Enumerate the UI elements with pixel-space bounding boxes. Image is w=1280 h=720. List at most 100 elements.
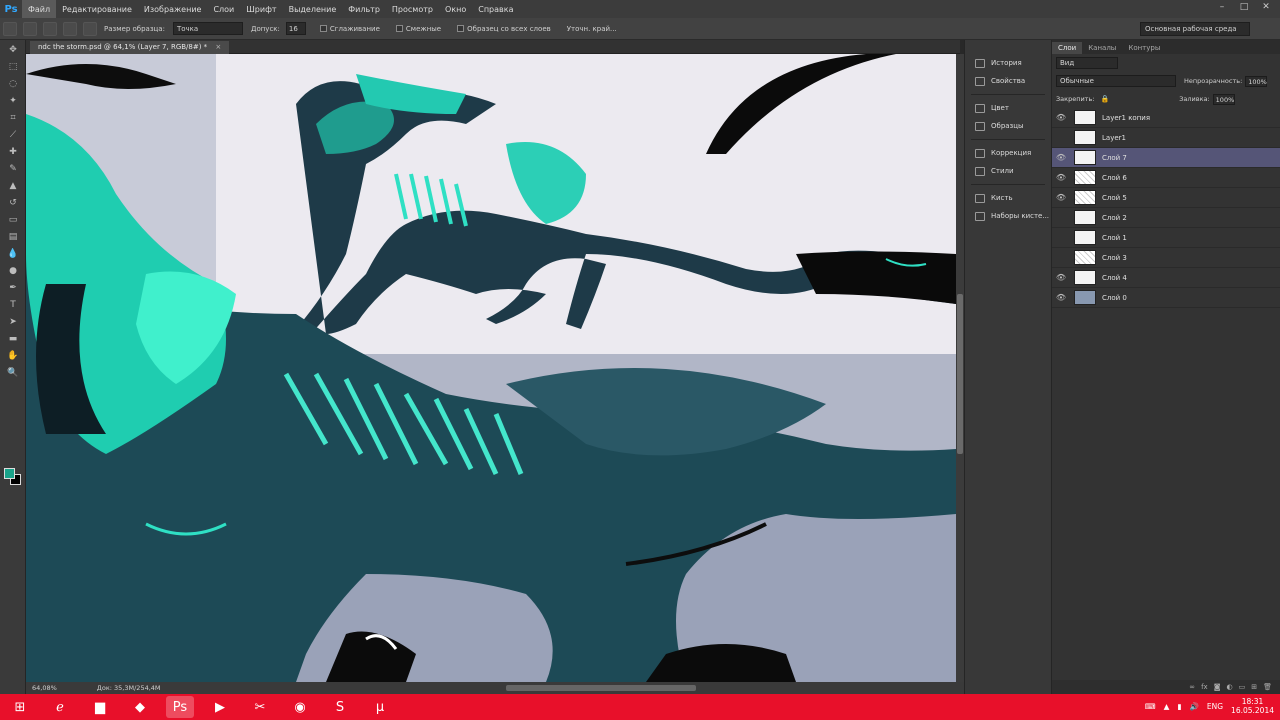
menu-type[interactable]: Шрифт: [240, 0, 282, 18]
adjustment-layer-icon[interactable]: ◐: [1227, 683, 1233, 691]
zoom-tool-icon[interactable]: 🔍: [6, 367, 20, 379]
blend-mode-select[interactable]: Обычные: [1056, 75, 1176, 87]
layer-name[interactable]: Слой 4: [1102, 274, 1280, 282]
contiguous-checkbox[interactable]: Смежные: [395, 25, 441, 33]
eye-icon[interactable]: 👁: [1052, 213, 1070, 222]
path-select-tool-icon[interactable]: ➤: [6, 316, 20, 328]
vertical-scrollbar[interactable]: [956, 54, 964, 682]
eye-icon[interactable]: 👁: [1052, 273, 1070, 282]
stamp-tool-icon[interactable]: ▲: [6, 180, 20, 192]
add-mask-icon[interactable]: ◙: [1214, 683, 1221, 691]
link-layers-icon[interactable]: ∞: [1189, 683, 1195, 691]
new-group-icon[interactable]: ▭: [1239, 683, 1246, 691]
tab-paths[interactable]: Контуры: [1122, 42, 1166, 54]
brush-tool-icon[interactable]: ✎: [6, 163, 20, 175]
layer-kind-select[interactable]: Вид: [1056, 57, 1118, 69]
styles-panel-button[interactable]: Стили: [965, 162, 1051, 180]
pen-tool-icon[interactable]: ✒: [6, 282, 20, 294]
keyboard-icon[interactable]: ⌨: [1145, 702, 1156, 711]
sample-size-select[interactable]: Точка: [172, 22, 243, 35]
layer-row[interactable]: 👁 Слой 7: [1052, 148, 1280, 168]
layer-name[interactable]: Слой 3: [1102, 254, 1280, 262]
opacity-input[interactable]: 100%: [1245, 75, 1268, 87]
taskbar-chrome[interactable]: ◉: [286, 696, 314, 718]
hand-tool-icon[interactable]: ✋: [6, 350, 20, 362]
dodge-tool-icon[interactable]: ●: [6, 265, 20, 277]
magic-wand-tool-icon[interactable]: [3, 21, 17, 36]
taskbar-ie[interactable]: ℯ: [46, 696, 74, 718]
new-selection-icon[interactable]: [23, 21, 37, 36]
document-tab[interactable]: ndc the storm.psd @ 64,1% (Layer 7, RGB/…: [30, 41, 230, 54]
layer-name[interactable]: Слой 5: [1102, 194, 1280, 202]
type-tool-icon[interactable]: T: [6, 299, 20, 311]
eye-icon[interactable]: 👁: [1052, 193, 1070, 202]
tolerance-input[interactable]: 16: [285, 22, 306, 35]
color-panel-button[interactable]: Цвет: [965, 99, 1051, 117]
eye-icon[interactable]: 👁: [1052, 233, 1070, 242]
intersect-selection-icon[interactable]: [83, 21, 97, 36]
brush-panel-button[interactable]: Кисть: [965, 189, 1051, 207]
layer-style-icon[interactable]: fx: [1201, 683, 1208, 691]
new-layer-icon[interactable]: ⊞: [1251, 683, 1257, 691]
menu-layers[interactable]: Слои: [207, 0, 240, 18]
tab-layers[interactable]: Слои: [1052, 42, 1083, 54]
shape-tool-icon[interactable]: ▬: [6, 333, 20, 345]
gradient-tool-icon[interactable]: ▤: [6, 231, 20, 243]
network-icon[interactable]: ▮: [1177, 702, 1181, 711]
tray-expand-icon[interactable]: ▲: [1164, 702, 1170, 711]
layer-row[interactable]: 👁 Слой 5: [1052, 188, 1280, 208]
vertical-scroll-thumb[interactable]: [957, 294, 963, 454]
menu-help[interactable]: Справка: [472, 0, 519, 18]
history-brush-tool-icon[interactable]: ↺: [6, 197, 20, 209]
document-size[interactable]: Док: 35,3M/254,4M: [97, 684, 161, 692]
layer-row[interactable]: 👁 Слой 0: [1052, 288, 1280, 308]
crop-tool-icon[interactable]: ⌗: [6, 112, 20, 124]
history-panel-button[interactable]: История: [965, 54, 1051, 72]
marquee-tool-icon[interactable]: ⬚: [6, 61, 20, 73]
antialias-checkbox[interactable]: Сглаживание: [319, 25, 380, 33]
layer-row[interactable]: 👁 Layer1: [1052, 128, 1280, 148]
menu-file[interactable]: Файл: [22, 0, 57, 18]
menu-edit[interactable]: Редактирование: [56, 0, 138, 18]
layer-name[interactable]: Layer1 копия: [1102, 114, 1280, 122]
foreground-color-swatch[interactable]: [4, 468, 15, 479]
layer-row[interactable]: 👁 Слой 1: [1052, 228, 1280, 248]
document-canvas[interactable]: [26, 54, 956, 682]
taskbar-tool[interactable]: ✂: [246, 696, 274, 718]
menu-image[interactable]: Изображение: [138, 0, 208, 18]
layer-name[interactable]: Слой 1: [1102, 234, 1280, 242]
trash-icon[interactable]: 🗑: [1263, 683, 1272, 691]
healing-tool-icon[interactable]: ✚: [6, 146, 20, 158]
volume-icon[interactable]: 🔊: [1190, 702, 1199, 711]
layer-row[interactable]: 👁 Слой 4: [1052, 268, 1280, 288]
menu-filter[interactable]: Фильтр: [342, 0, 386, 18]
close-tab-icon[interactable]: ×: [215, 43, 221, 51]
layer-name[interactable]: Слой 0: [1102, 294, 1280, 302]
layer-name[interactable]: Layer1: [1102, 134, 1280, 142]
brush-presets-panel-button[interactable]: Наборы кисте...: [965, 207, 1051, 225]
taskbar-media[interactable]: ▶: [206, 696, 234, 718]
close-button[interactable]: ✕: [1256, 1, 1276, 13]
adjustments-panel-button[interactable]: Коррекция: [965, 144, 1051, 162]
subtract-selection-icon[interactable]: [63, 21, 77, 36]
maximize-button[interactable]: □: [1234, 1, 1254, 13]
tab-channels[interactable]: Каналы: [1082, 42, 1122, 54]
menu-window[interactable]: Окно: [439, 0, 472, 18]
lasso-tool-icon[interactable]: ◌: [6, 78, 20, 90]
add-selection-icon[interactable]: [43, 21, 57, 36]
eye-icon[interactable]: 👁: [1052, 293, 1070, 302]
eye-icon[interactable]: 👁: [1052, 253, 1070, 262]
blur-tool-icon[interactable]: 💧: [6, 248, 20, 260]
lock-icon[interactable]: 🔒: [1100, 95, 1109, 103]
taskbar-skype[interactable]: S: [326, 696, 354, 718]
eyedropper-tool-icon[interactable]: ⟋: [6, 129, 20, 141]
magic-wand-tool-icon[interactable]: ✦: [6, 95, 20, 107]
layer-name[interactable]: Слой 7: [1102, 154, 1280, 162]
fill-input[interactable]: 100%: [1212, 93, 1235, 105]
minimize-button[interactable]: –: [1212, 1, 1232, 13]
clock[interactable]: 18:31 16.05.2014: [1231, 697, 1274, 715]
taskbar-photoshop[interactable]: Ps: [166, 696, 194, 718]
eye-icon[interactable]: 👁: [1052, 113, 1070, 122]
workspace-select[interactable]: Основная рабочая среда: [1140, 22, 1250, 36]
eye-icon[interactable]: 👁: [1052, 133, 1070, 142]
